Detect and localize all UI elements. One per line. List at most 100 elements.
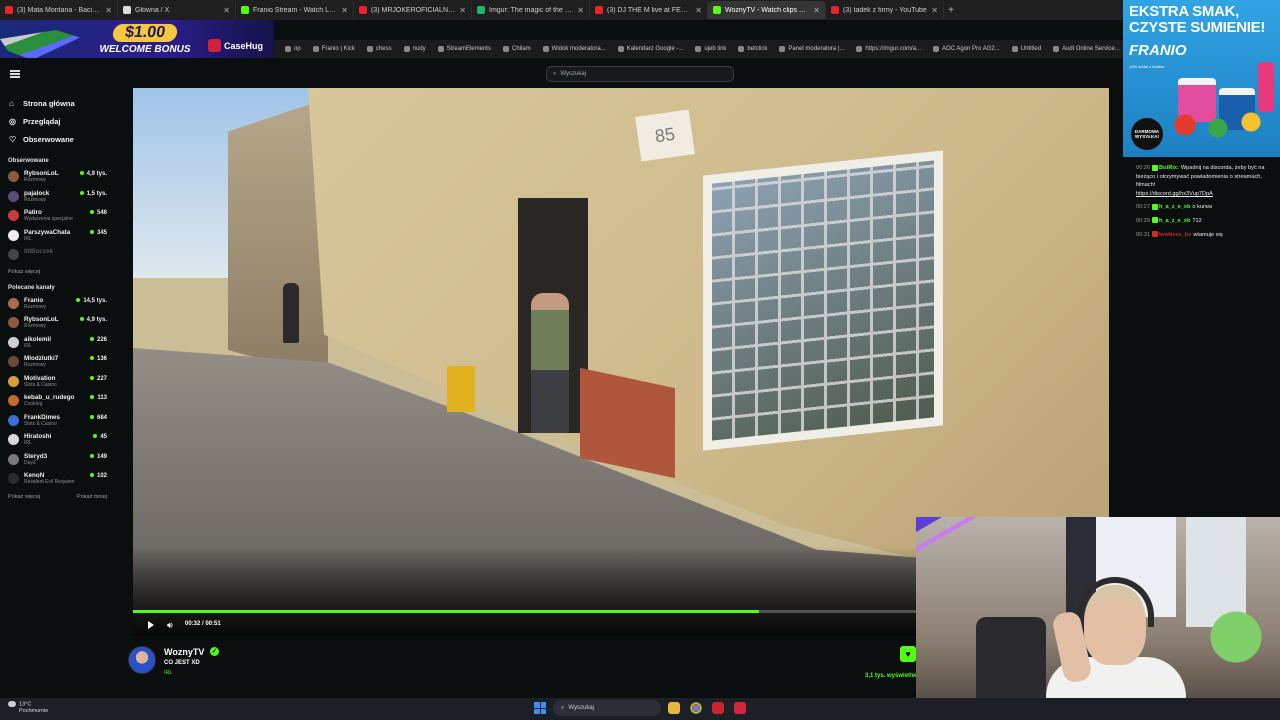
- channel-category: Slots & Casino: [24, 381, 57, 388]
- bookmark-icon: [738, 46, 745, 52]
- chat-timestamp: 00:29: [1136, 217, 1150, 224]
- sidebar-nav-item[interactable]: ⌂ Strona główna: [0, 94, 115, 112]
- browser-tab[interactable]: (3) Mata Montana - Baciata [O...✕: [0, 1, 118, 19]
- play-icon[interactable]: [148, 621, 154, 629]
- channel-list-item[interactable]: RybsonLoL Rozmowy 4,9 tys.: [0, 314, 115, 334]
- browser-tab[interactable]: (3) DJ THE M live at FESTIVALA... ✕: [590, 1, 708, 19]
- clip-views: 3,1 tys. wyświetleń: [865, 673, 919, 679]
- chat-text: wtamuje się: [1193, 231, 1223, 238]
- bookmark-item[interactable]: betclick: [738, 46, 767, 52]
- channel-avatar[interactable]: [128, 646, 156, 674]
- bookmark-item[interactable]: chess: [366, 46, 392, 52]
- app-icon-red[interactable]: [712, 702, 724, 714]
- bookmark-item[interactable]: Chilam: [502, 46, 531, 52]
- channel-list-item[interactable]: pajalock Rozmowy 1,5 tys.: [0, 188, 115, 208]
- ad-headline: EKSTRA SMAK, CZYSTE SUMIENIE!: [1129, 3, 1266, 36]
- channel-list-item[interactable]: RybsonLoL Rozmowy 4,9 tys.: [0, 168, 115, 188]
- windows-start-icon[interactable]: [534, 702, 546, 714]
- tab-close-icon[interactable]: ✕: [813, 6, 820, 15]
- follow-heart-button[interactable]: ♥: [900, 646, 916, 662]
- channel-avatar: [8, 297, 19, 309]
- channel-category: Rozmowy: [24, 177, 46, 183]
- chat-username[interactable]: h_a_z_e_xb: [1159, 204, 1190, 210]
- site-search-input[interactable]: ⌕ Wyszukaj: [546, 66, 734, 82]
- channel-list-item[interactable]: Franio Rozmowy 14,5 tys.: [0, 295, 115, 315]
- bookmark-label: op: [294, 46, 301, 52]
- bookmark-item[interactable]: nudy: [403, 46, 426, 52]
- channel-list-item[interactable]: Motivation Slots & Casino 227: [0, 373, 115, 393]
- tab-close-icon[interactable]: ✕: [459, 6, 466, 15]
- viewer-count: 102: [90, 473, 107, 479]
- verified-icon: ✓: [210, 647, 219, 656]
- channel-list-item[interactable]: Steryd3 DayZ 149: [0, 451, 115, 471]
- chat-link[interactable]: https://discord.gg/hx3Vup7DpA: [1136, 191, 1213, 197]
- browser-tab[interactable]: Główna / X ✕: [118, 1, 236, 19]
- show-more-recommended-link[interactable]: Pokaż więcej: [8, 494, 40, 500]
- bookmark-item[interactable]: Kalendarz Google -...: [617, 46, 683, 52]
- new-tab-button[interactable]: +: [944, 5, 958, 16]
- channel-list-item[interactable]: Hiratoshi IRL 45: [0, 431, 115, 451]
- viewer-count: 14,5 tys.: [76, 298, 107, 304]
- channel-list-item[interactable]: Patiro Wydarzenia specjalne 546: [0, 207, 115, 227]
- bookmark-item[interactable]: Audi Online Service...: [1053, 46, 1120, 52]
- chrome-icon[interactable]: [690, 702, 702, 714]
- tab-close-icon[interactable]: ✕: [223, 6, 230, 15]
- channel-list-item[interactable]: FrankDimes Slots & Casino 684: [0, 412, 115, 432]
- ad-fruit-graphic: [1163, 110, 1273, 140]
- franio-ad-banner[interactable]: EKSTRA SMAK, CZYSTE SUMIENIE! FRANIO 10% …: [1123, 0, 1280, 157]
- tab-close-icon[interactable]: ✕: [577, 6, 584, 15]
- show-less-link[interactable]: Pokaż mniej: [77, 494, 107, 500]
- channel-list-item[interactable]: kebab_u_rudego Cooking 113: [0, 392, 115, 412]
- channel-list-item[interactable]: 00Boczek: [0, 246, 115, 266]
- show-more-followed-link[interactable]: Pokaż więcej: [0, 269, 115, 281]
- hamburger-menu-icon[interactable]: [10, 70, 20, 78]
- taskbar-search-input[interactable]: ⌕ Wyszukaj: [553, 700, 661, 716]
- browser-tab[interactable]: (3) tadek z firmy - YouTube ✕: [826, 1, 944, 19]
- bookmark-item[interactable]: Panel moderatora |...: [779, 46, 844, 52]
- search-icon: ⌕: [553, 70, 557, 77]
- bookmark-item[interactable]: op: [285, 46, 301, 52]
- browser-tab[interactable]: WoznyTV - Watch clips on Kick ✕: [708, 1, 826, 19]
- tab-title: (3) DJ THE M live at FESTIVALA...: [607, 6, 691, 14]
- clip-category[interactable]: IRL: [164, 670, 173, 676]
- tab-close-icon[interactable]: ✕: [695, 6, 702, 15]
- weather-widget[interactable]: 13°C Pochmurnie: [8, 701, 48, 715]
- bookmark-item[interactable]: https://imgur.com/a...: [856, 46, 921, 52]
- bookmark-item[interactable]: AOC Agon Pro AG2...: [933, 46, 1000, 52]
- tab-close-icon[interactable]: ✕: [931, 6, 938, 15]
- bookmark-item[interactable]: Franio | Kick: [312, 46, 355, 52]
- channel-avatar: [8, 317, 19, 328]
- channel-avatar: [8, 190, 19, 202]
- browser-tab[interactable]: (3) MRJOKEROFICIALNIE GDZI... ✕: [354, 1, 472, 19]
- ad-bottle-graphic: [1258, 62, 1274, 112]
- sidebar-nav-item[interactable]: ◎ Przeglądaj: [0, 112, 115, 130]
- bookmark-item[interactable]: Untitled: [1011, 46, 1041, 52]
- bookmark-item[interactable]: ujeb link: [695, 46, 726, 52]
- tab-close-icon[interactable]: ✕: [341, 6, 348, 15]
- video-person-in-doorway: [531, 293, 569, 433]
- chat-text: ?12: [1192, 217, 1202, 224]
- app-icon-crimson[interactable]: [734, 702, 746, 714]
- browser-tab[interactable]: Franio Stream - Watch Live on ...✕: [236, 1, 354, 19]
- sidebar-nav: ⌂ Strona główna ◎ Przeglądaj ♡ Obserwowane: [0, 94, 115, 148]
- channel-name[interactable]: WoznyTV: [164, 647, 204, 657]
- channel-list-item[interactable]: KenoN Resident Evil Requiem 102: [0, 470, 115, 490]
- chat-username[interactable]: BotRix:: [1159, 165, 1179, 171]
- tab-close-icon[interactable]: ✕: [105, 6, 112, 15]
- chat-username[interactable]: brwbvvs_bv: [1159, 232, 1191, 238]
- viewer-count: 113: [90, 395, 107, 401]
- chat-username[interactable]: h_a_z_e_xb: [1159, 218, 1190, 224]
- bookmark-item[interactable]: Widok moderatora...: [542, 46, 606, 52]
- bookmark-label: https://imgur.com/a...: [865, 46, 922, 52]
- bookmark-icon: [403, 46, 410, 52]
- channel-list-item[interactable]: Mlodzlutki7 Rozmowy 136: [0, 353, 115, 373]
- volume-icon[interactable]: 🔊︎: [167, 620, 173, 631]
- file-explorer-icon[interactable]: [668, 702, 680, 714]
- browser-tab[interactable]: Imgur: The magic of the Intern... ✕: [472, 1, 590, 19]
- home-icon: ⌂: [9, 98, 14, 108]
- channel-list-item[interactable]: ParszywaChata IRL 345: [0, 227, 115, 247]
- channel-list-item[interactable]: aikolemil IRL 226: [0, 334, 115, 354]
- sidebar-nav-item[interactable]: ♡ Obserwowane: [0, 130, 115, 148]
- tab-title: Franio Stream - Watch Live on ...: [253, 6, 338, 14]
- bookmark-item[interactable]: StreamElements: [437, 46, 491, 52]
